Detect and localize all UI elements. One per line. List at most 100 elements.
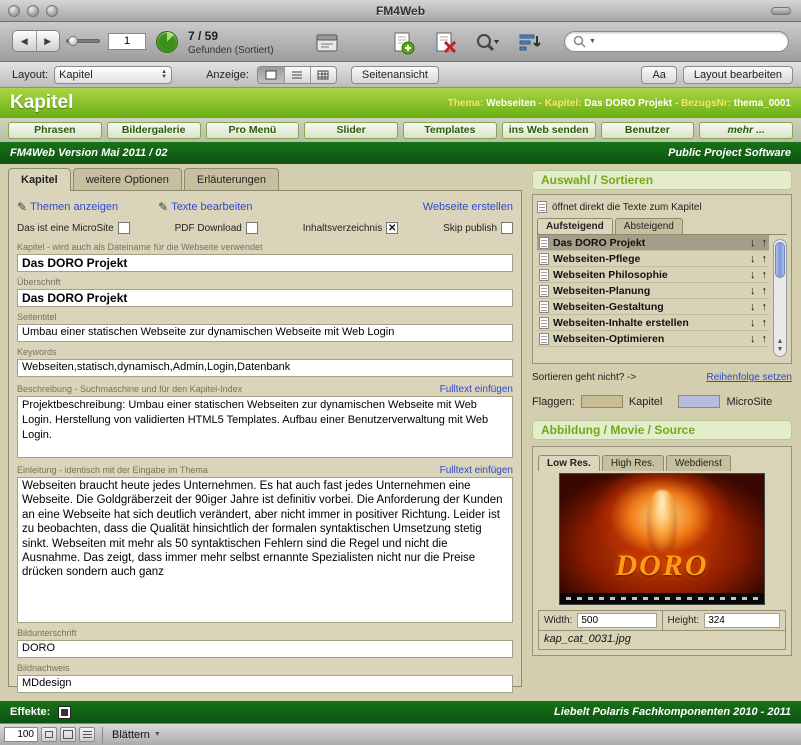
field-label: Seitentitel [17, 312, 513, 323]
found-set-pie-icon[interactable] [156, 31, 178, 53]
bildnachweis-input[interactable]: MDdesign [17, 675, 513, 693]
move-down-button[interactable]: ↓ [750, 285, 756, 297]
mode-popup[interactable]: Blättern ▼ [112, 729, 161, 741]
move-down-button[interactable]: ↓ [750, 269, 756, 281]
quick-find-input[interactable]: ▼ [564, 31, 789, 52]
einleitung-textarea[interactable]: Webseiten braucht heute jedes Unternehme… [17, 477, 513, 623]
tab-high-res[interactable]: High Res. [602, 455, 664, 471]
skip-publish-checkbox[interactable] [501, 222, 513, 234]
move-up-button[interactable]: ↑ [762, 285, 768, 297]
zoom-button[interactable] [46, 5, 58, 17]
list-item[interactable]: Webseiten-Optimieren ↓↑ [537, 331, 769, 347]
tab-absteigend[interactable]: Absteigend [615, 218, 683, 234]
sort-button[interactable] [514, 30, 544, 56]
tab-kapitel[interactable]: Kapitel [8, 168, 71, 191]
list-item[interactable]: Das DORO Projekt ↓↑ [537, 235, 769, 251]
texte-bearbeiten-link[interactable]: Texte bearbeiten [171, 201, 252, 213]
height-input[interactable]: 324 [704, 613, 780, 628]
keywords-input[interactable]: Webseiten,statisch,dynamisch,Admin,Login… [17, 359, 513, 377]
nav-button-templates[interactable]: Templates [403, 122, 497, 139]
next-record-button[interactable]: ▶ [37, 31, 60, 51]
zoom-in-button[interactable] [60, 727, 76, 742]
webseite-erstellen-link[interactable]: Webseite erstellen [423, 201, 513, 213]
zoom-out-icon [45, 731, 53, 738]
list-item[interactable]: Webseiten-Planung ↓↑ [537, 283, 769, 299]
list-item[interactable]: Webseiten-Gestaltung ↓↑ [537, 299, 769, 315]
breadcrumb-value: Das DORO Projekt [584, 98, 672, 109]
toolbar-toggle-button[interactable] [771, 7, 791, 15]
themen-anzeigen-link[interactable]: Themen anzeigen [30, 201, 118, 213]
list-scrollbar[interactable]: ▲▼ [773, 239, 787, 357]
move-down-button[interactable]: ↓ [750, 317, 756, 329]
nav-button-mehr[interactable]: mehr ... [699, 122, 793, 139]
fulltext-einfuegen-link[interactable]: Fulltext einfügen [440, 465, 513, 476]
record-slider[interactable] [66, 39, 100, 43]
nav-button-bildergalerie[interactable]: Bildergalerie [107, 122, 201, 139]
show-all-button[interactable] [312, 30, 342, 56]
delete-record-button[interactable] [430, 30, 460, 56]
previous-record-button[interactable]: ◀ [13, 31, 37, 51]
move-up-button[interactable]: ↑ [762, 317, 768, 329]
list-item[interactable]: Webseiten Philosophie ↓↑ [537, 267, 769, 283]
move-up-button[interactable]: ↑ [762, 269, 768, 281]
move-down-button[interactable]: ↓ [750, 333, 756, 345]
tab-erlaeuterungen[interactable]: Erläuterungen [184, 168, 279, 190]
media-panel-header: Abbildung / Movie / Source [532, 420, 792, 440]
nav-button-ins-web-senden[interactable]: ins Web senden [502, 122, 596, 139]
list-item[interactable]: Webseiten-Inhalte erstellen ↓↑ [537, 315, 769, 331]
list-item[interactable]: Webseiten-Pflege ↓↑ [537, 251, 769, 267]
kapitel-input[interactable]: Das DORO Projekt [17, 254, 513, 272]
inhaltsverzeichnis-checkbox[interactable]: ✕ [386, 222, 398, 234]
microsite-checkbox[interactable] [118, 222, 130, 234]
tab-webdienst[interactable]: Webdienst [666, 455, 731, 471]
move-down-button[interactable]: ↓ [750, 253, 756, 265]
fulltext-einfuegen-link[interactable]: Fulltext einfügen [440, 384, 513, 395]
move-down-button[interactable]: ↓ [750, 237, 756, 249]
scrollbar-arrows[interactable]: ▲▼ [774, 338, 786, 354]
status-toolbar-toggle-button[interactable] [79, 727, 95, 742]
layout-popup[interactable]: Kapitel ▲▼ [54, 66, 172, 84]
move-up-button[interactable]: ↑ [762, 301, 768, 313]
bildunterschrift-input[interactable]: DORO [17, 640, 513, 658]
zoom-level-field[interactable]: 100 [4, 727, 38, 742]
tab-low-res[interactable]: Low Res. [538, 455, 600, 471]
format-aa-button[interactable]: Aa [641, 66, 676, 84]
layout-label: Layout: [12, 69, 48, 81]
effekte-checkbox[interactable] [58, 706, 71, 719]
beschreibung-textarea[interactable]: Projektbeschreibung: Umbau einer statisc… [17, 396, 513, 458]
reihenfolge-setzen-link[interactable]: Reihenfolge setzen [706, 372, 792, 383]
list-view-button[interactable] [284, 67, 310, 83]
close-button[interactable] [8, 5, 20, 17]
scrollbar-thumb[interactable] [775, 242, 785, 278]
tab-weitere-optionen[interactable]: weitere Optionen [73, 168, 182, 190]
nav-button-benutzer[interactable]: Benutzer [601, 122, 695, 139]
nav-button-phrasen[interactable]: Phrasen [8, 122, 102, 139]
current-record-field[interactable]: 1 [108, 33, 146, 50]
form-view-button[interactable] [258, 67, 284, 83]
status-separator [102, 727, 103, 743]
field-label: Keywords [17, 347, 513, 358]
seitentitel-input[interactable]: Umbau einer statischen Webseite zur dyna… [17, 324, 513, 342]
nav-button-slider[interactable]: Slider [304, 122, 398, 139]
find-button[interactable] [472, 30, 502, 56]
record-slider-knob[interactable] [68, 36, 78, 46]
pdf-download-checkbox[interactable] [246, 222, 258, 234]
table-view-button[interactable] [310, 67, 336, 83]
minimize-button[interactable] [27, 5, 39, 17]
search-dropdown-icon[interactable]: ▼ [589, 38, 596, 45]
breadcrumb-label: Thema: [448, 98, 486, 109]
move-down-button[interactable]: ↓ [750, 301, 756, 313]
ueberschrift-input[interactable]: Das DORO Projekt [17, 289, 513, 307]
move-up-button[interactable]: ↑ [762, 333, 768, 345]
pencil-icon: ✎ [158, 200, 168, 214]
move-up-button[interactable]: ↑ [762, 237, 768, 249]
zoom-out-button[interactable] [41, 727, 57, 742]
tab-aufsteigend[interactable]: Aufsteigend [537, 218, 613, 234]
nav-button-pro-menu[interactable]: Pro Menü [206, 122, 300, 139]
new-record-button[interactable] [388, 30, 418, 56]
layout-bearbeiten-button[interactable]: Layout bearbeiten [683, 66, 793, 84]
seitenansicht-button[interactable]: Seitenansicht [351, 66, 439, 84]
kapitel-image[interactable]: DORO [559, 473, 765, 605]
width-input[interactable]: 500 [577, 613, 656, 628]
move-up-button[interactable]: ↑ [762, 253, 768, 265]
